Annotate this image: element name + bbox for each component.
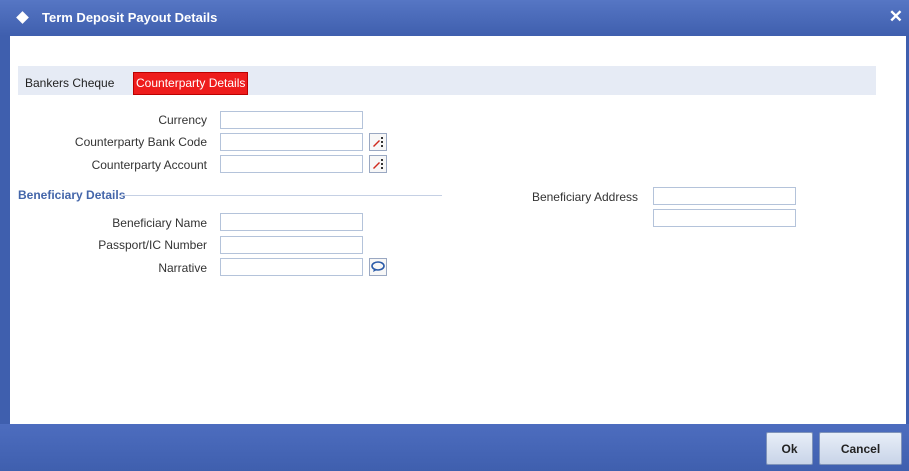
title-bar: Term Deposit Payout Details ✕ — [0, 0, 909, 36]
section-divider — [120, 195, 442, 196]
dialog-window: Term Deposit Payout Details ✕ Bankers Ch… — [0, 0, 909, 471]
lov-glyph-icon — [373, 137, 383, 147]
window-title: Term Deposit Payout Details — [42, 10, 218, 25]
currency-label: Currency — [158, 113, 207, 127]
cancel-button[interactable]: Cancel — [819, 432, 902, 465]
ok-button[interactable]: Ok — [766, 432, 813, 465]
left-border — [0, 36, 10, 424]
narrative-input[interactable] — [220, 258, 363, 276]
beneficiary-name-label: Beneficiary Name — [112, 216, 207, 230]
account-lov-icon[interactable] — [369, 155, 387, 173]
counterparty-bank-code-label: Counterparty Bank Code — [74, 135, 207, 149]
counterparty-account-label: Counterparty Account — [91, 158, 207, 172]
tab-strip: Bankers Cheque Counterparty Details — [18, 66, 876, 95]
currency-input[interactable] — [220, 111, 363, 129]
narrative-label: Narrative — [158, 261, 207, 275]
tab-counterparty-details[interactable]: Counterparty Details — [133, 72, 249, 95]
beneficiary-address-line1-input[interactable] — [653, 187, 796, 205]
comment-glyph-icon — [371, 261, 385, 272]
passport-ic-number-label: Passport/IC Number — [98, 238, 207, 252]
narrative-comment-icon[interactable] — [369, 258, 387, 276]
bank-code-lov-icon[interactable] — [369, 133, 387, 151]
lov-glyph-icon — [373, 159, 383, 169]
passport-ic-number-input[interactable] — [220, 236, 363, 254]
beneficiary-address-line2-input[interactable] — [653, 209, 796, 227]
close-icon[interactable]: ✕ — [889, 7, 903, 27]
counterparty-bank-code-input[interactable] — [220, 133, 363, 151]
beneficiary-name-input[interactable] — [220, 213, 363, 231]
tab-bankers-cheque[interactable]: Bankers Cheque — [22, 72, 117, 94]
beneficiary-details-heading: Beneficiary Details — [18, 188, 126, 202]
beneficiary-address-label: Beneficiary Address — [531, 190, 638, 204]
window-diamond-icon — [16, 11, 29, 24]
counterparty-account-input[interactable] — [220, 155, 363, 173]
